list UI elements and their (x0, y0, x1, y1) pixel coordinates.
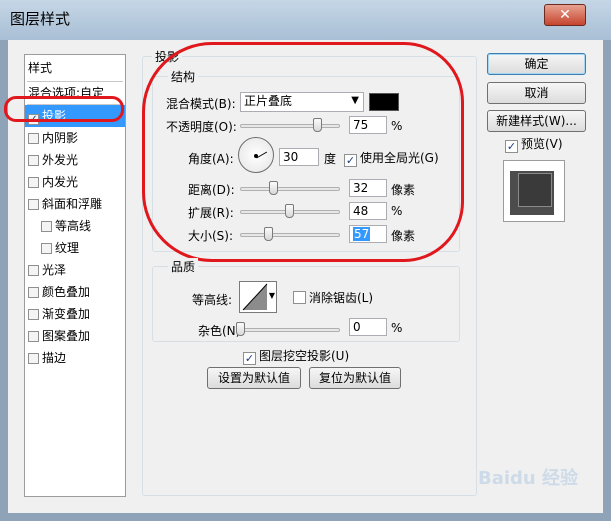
style-item-contour[interactable]: 等高线 (25, 215, 125, 237)
contour-curve-icon (242, 283, 268, 311)
preview-square (518, 173, 552, 207)
style-item-label: 内阴影 (42, 131, 79, 145)
checkbox-icon[interactable] (41, 221, 52, 232)
style-item-inner-shadow[interactable]: 内阴影 (25, 127, 125, 149)
antialias-label: 消除锯齿(L) (309, 291, 374, 305)
noise-unit: % (391, 321, 403, 335)
style-item-label: 斜面和浮雕 (42, 197, 103, 211)
style-item-label: 等高线 (55, 219, 92, 233)
knockout-checkbox[interactable]: ✓ (243, 352, 256, 365)
style-item-bevel-emboss[interactable]: 斜面和浮雕 (25, 193, 125, 215)
dialog-title: 图层样式 (10, 10, 71, 28)
knockout-label: 图层挖空投影(U) (259, 349, 350, 363)
style-item-pattern-overlay[interactable]: 图案叠加 (25, 325, 125, 347)
close-button[interactable]: ✕ (544, 4, 586, 26)
contour-label: 等高线: (192, 293, 233, 307)
new-style-button[interactable]: 新建样式(W)... (487, 110, 586, 132)
set-default-button[interactable]: 设置为默认值 (207, 367, 301, 389)
noise-slider-track[interactable] (240, 328, 340, 332)
style-item-color-overlay[interactable]: 颜色叠加 (25, 281, 125, 303)
checkbox-icon[interactable] (28, 353, 39, 364)
highlight-ellipse (142, 42, 464, 262)
cancel-button[interactable]: 取消 (487, 82, 586, 104)
antialias-option[interactable]: 消除锯齿(L) (293, 289, 373, 306)
noise-slider-thumb[interactable] (236, 322, 245, 336)
styles-header: 样式 (28, 61, 53, 75)
style-item-gradient-overlay[interactable]: 渐变叠加 (25, 303, 125, 325)
title-bar: 图层样式 ✕ (0, 0, 611, 40)
style-item-outer-glow[interactable]: 外发光 (25, 149, 125, 171)
checkbox-icon[interactable] (28, 177, 39, 188)
ok-button[interactable]: 确定 (487, 53, 586, 75)
quality-group-label: 品质 (168, 258, 199, 275)
style-item-satin[interactable]: 光泽 (25, 259, 125, 281)
style-item-label: 光泽 (42, 263, 67, 277)
checkbox-icon[interactable] (28, 265, 39, 276)
style-item-label: 颜色叠加 (42, 285, 91, 299)
checkbox-icon[interactable] (41, 243, 52, 254)
style-item-stroke[interactable]: 描边 (25, 347, 125, 369)
checkbox-icon[interactable] (28, 199, 39, 210)
style-item-label: 内发光 (42, 175, 79, 189)
preview-label: 预览(V) (521, 137, 563, 151)
style-item-inner-glow[interactable]: 内发光 (25, 171, 125, 193)
checkbox-icon[interactable] (28, 309, 39, 320)
baidu-watermark: Baidu 经验 (478, 468, 579, 489)
checkbox-icon[interactable] (28, 331, 39, 342)
preview-option[interactable]: ✓ 预览(V) (505, 135, 563, 153)
antialias-checkbox[interactable] (293, 291, 306, 304)
style-item-label: 渐变叠加 (42, 307, 91, 321)
contour-picker[interactable]: ▼ (239, 281, 277, 313)
style-item-label: 图案叠加 (42, 329, 91, 343)
checkbox-icon[interactable] (28, 287, 39, 298)
style-preview-thumbnail (503, 160, 565, 222)
noise-input[interactable]: 0 (349, 318, 387, 336)
style-item-texture[interactable]: 纹理 (25, 237, 125, 259)
knockout-option[interactable]: ✓ 图层挖空投影(U) (243, 347, 349, 365)
style-item-label: 外发光 (42, 153, 79, 167)
style-item-label: 纹理 (55, 241, 80, 255)
dialog-body: 样式 混合选项:自定 ✓ 投影 内阴影 外发光 内发光 斜面和浮雕 等高线 纹理… (4, 40, 603, 513)
reset-default-button[interactable]: 复位为默认值 (309, 367, 401, 389)
checkbox-icon[interactable] (28, 133, 39, 144)
style-item-label: 描边 (42, 351, 67, 365)
checkbox-icon[interactable] (28, 155, 39, 166)
highlight-ellipse (4, 96, 124, 122)
layer-style-dialog: 图层样式 ✕ 样式 混合选项:自定 ✓投影 内阴影 外发光 内发光 斜面和浮雕 (0, 0, 611, 521)
preview-checkbox[interactable]: ✓ (505, 140, 518, 153)
chevron-down-icon: ▼ (268, 291, 275, 300)
